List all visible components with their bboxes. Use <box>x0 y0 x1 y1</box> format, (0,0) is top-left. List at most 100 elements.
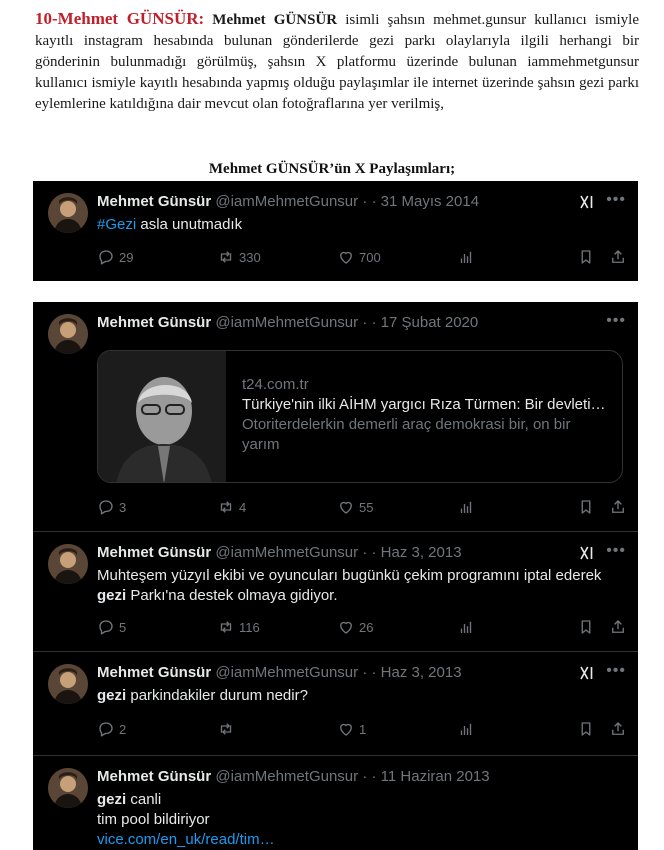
author-handle[interactable]: @iamMehmetGunsur <box>215 544 358 561</box>
bookmark-button[interactable] <box>577 720 595 738</box>
tweet-date[interactable]: 11 Haziran 2013 <box>381 768 490 785</box>
separator: · · <box>362 314 377 331</box>
views-icon <box>457 720 475 738</box>
views-icon <box>457 248 475 266</box>
like-button[interactable]: 1 <box>337 720 366 738</box>
share-button[interactable] <box>609 498 627 516</box>
author-name[interactable]: Mehmet Günsür <box>97 314 211 331</box>
separator: · · <box>362 544 377 561</box>
avatar[interactable] <box>48 193 88 233</box>
bold-keyword[interactable]: gezi <box>97 791 126 808</box>
like-button[interactable]: 26 <box>337 618 373 636</box>
tweet[interactable]: Mehmet Günsür @iamMehmetGunsur · · 31 Ma… <box>33 181 638 281</box>
avatar[interactable] <box>48 544 88 584</box>
tweet-link[interactable]: vice.com/en_uk/read/tim… <box>97 830 626 850</box>
link-card[interactable]: t24.com.tr Türkiye'nin ilki AİHM yargıcı… <box>97 350 623 483</box>
bookmark-icon <box>577 618 595 636</box>
tweet-actions: 2 1 <box>97 720 626 740</box>
author-handle[interactable]: @iamMehmetGunsur <box>215 193 358 210</box>
author-name[interactable]: Mehmet Günsür <box>97 544 211 561</box>
card-title: Türkiye'nin ilki AİHM yargıcı Rıza Türme… <box>242 396 606 413</box>
tweet-actions: 3 4 55 <box>97 498 626 518</box>
grok-icon[interactable] <box>578 193 596 211</box>
views-button[interactable] <box>457 498 475 516</box>
tweet-text-line: Parkı'na destek olmaya gidiyor. <box>126 587 338 604</box>
reply-button[interactable]: 3 <box>97 498 126 516</box>
share-icon <box>609 498 627 516</box>
tweet-text: gezi canli tim pool bildiriyor vice.com/… <box>97 790 626 850</box>
bold-keyword[interactable]: gezi <box>97 687 126 704</box>
avatar[interactable] <box>48 314 88 354</box>
tweet-header: Mehmet Günsür @iamMehmetGunsur · · Haz 3… <box>97 662 626 684</box>
like-icon <box>337 618 355 636</box>
tweet-date[interactable]: 17 Şubat 2020 <box>381 314 479 331</box>
more-icon[interactable]: ••• <box>606 662 626 680</box>
card-domain: t24.com.tr <box>242 376 309 393</box>
tweet[interactable]: Mehmet Günsür @iamMehmetGunsur · · 11 Ha… <box>33 756 638 850</box>
bookmark-button[interactable] <box>577 498 595 516</box>
tweet-date[interactable]: Haz 3, 2013 <box>381 544 462 561</box>
avatar[interactable] <box>48 664 88 704</box>
repost-button[interactable]: 4 <box>217 498 246 516</box>
more-icon[interactable]: ••• <box>606 542 626 560</box>
document-paragraph: 10-Mehmet GÜNSÜR: Mehmet GÜNSÜR isimli ş… <box>35 8 639 115</box>
reply-icon <box>97 720 115 738</box>
bold-keyword[interactable]: gezi <box>97 587 126 604</box>
tweet[interactable]: Mehmet Günsür @iamMehmetGunsur · · Haz 3… <box>33 532 638 652</box>
tweet[interactable]: Mehmet Günsür @iamMehmetGunsur · · Haz 3… <box>33 652 638 756</box>
more-icon[interactable]: ••• <box>606 312 626 330</box>
separator: · · <box>362 664 377 681</box>
like-button[interactable]: 700 <box>337 248 381 266</box>
bookmark-icon <box>577 248 595 266</box>
like-count: 55 <box>359 499 374 515</box>
tweet[interactable]: Mehmet Günsür @iamMehmetGunsur · · 17 Şu… <box>33 302 638 532</box>
author-handle[interactable]: @iamMehmetGunsur <box>215 664 358 681</box>
reply-count: 3 <box>119 499 127 515</box>
share-button[interactable] <box>609 618 627 636</box>
bookmark-button[interactable] <box>577 618 595 636</box>
tweet-date[interactable]: 31 Mayıs 2014 <box>381 193 479 210</box>
repost-button[interactable] <box>217 720 239 738</box>
share-icon <box>609 720 627 738</box>
author-name[interactable]: Mehmet Günsür <box>97 664 211 681</box>
share-button[interactable] <box>609 720 627 738</box>
grok-icon[interactable] <box>578 544 596 562</box>
reply-icon <box>97 618 115 636</box>
like-icon <box>337 720 355 738</box>
like-icon <box>337 248 355 266</box>
repost-button[interactable]: 330 <box>217 248 261 266</box>
author-handle[interactable]: @iamMehmetGunsur <box>215 314 358 331</box>
more-icon[interactable]: ••• <box>606 191 626 209</box>
bookmark-button[interactable] <box>577 248 595 266</box>
card-text: t24.com.tr Türkiye'nin ilki AİHM yargıcı… <box>242 375 612 455</box>
share-icon <box>609 618 627 636</box>
repost-count: 4 <box>239 499 247 515</box>
repost-button[interactable]: 116 <box>217 618 260 636</box>
tweet-date[interactable]: Haz 3, 2013 <box>381 664 462 681</box>
tweet-text: gezi parkindakiler durum nedir? <box>97 686 626 706</box>
tweet-text: #Gezi asla unutmadık <box>97 215 626 235</box>
views-button[interactable] <box>457 720 475 738</box>
reply-button[interactable]: 29 <box>97 248 133 266</box>
share-button[interactable] <box>609 248 627 266</box>
like-count: 26 <box>359 619 374 635</box>
like-count: 1 <box>359 721 367 737</box>
tweet-header: Mehmet Günsür @iamMehmetGunsur · · 31 Ma… <box>97 191 626 213</box>
tweet-text-line: tim pool bildiriyor <box>97 811 210 828</box>
like-button[interactable]: 55 <box>337 498 373 516</box>
tweet-actions: 5 116 26 <box>97 618 626 638</box>
avatar[interactable] <box>48 768 88 808</box>
grok-icon[interactable] <box>578 664 596 682</box>
author-name[interactable]: Mehmet Günsür <box>97 193 211 210</box>
tweet-header: Mehmet Günsür @iamMehmetGunsur · · 11 Ha… <box>97 768 626 788</box>
author-name[interactable]: Mehmet Günsür <box>97 768 211 785</box>
reply-button[interactable]: 5 <box>97 618 126 636</box>
heading-name: Mehmet GÜNSÜR <box>212 12 338 28</box>
hashtag-link[interactable]: #Gezi <box>97 216 136 233</box>
like-count: 700 <box>359 249 381 265</box>
views-button[interactable] <box>457 618 475 636</box>
reply-button[interactable]: 2 <box>97 720 126 738</box>
author-handle[interactable]: @iamMehmetGunsur <box>215 768 358 785</box>
views-button[interactable] <box>457 248 475 266</box>
repost-icon <box>217 618 235 636</box>
